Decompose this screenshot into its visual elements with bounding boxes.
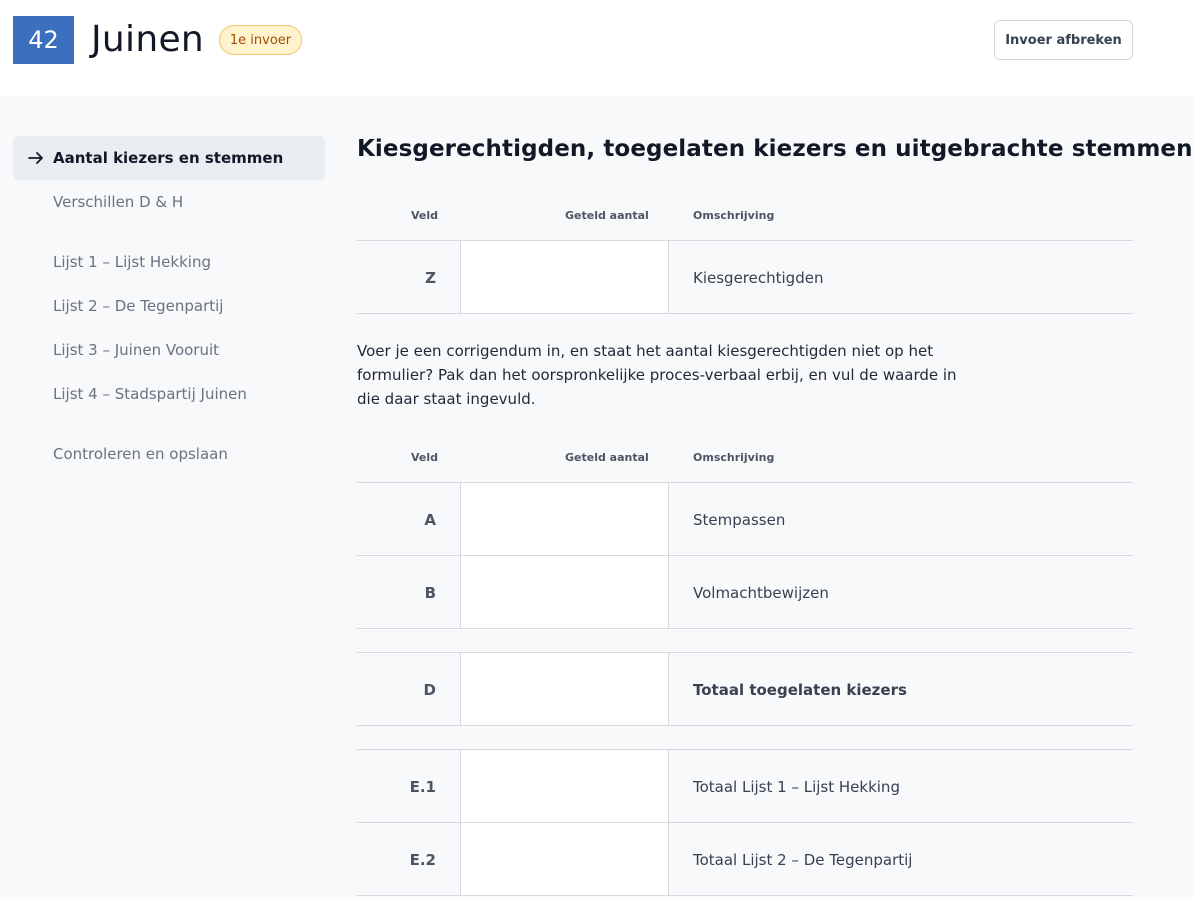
table-divider bbox=[357, 895, 1133, 896]
count-input-e1[interactable] bbox=[460, 750, 669, 823]
nav-item-label: Lijst 2 – De Tegenpartij bbox=[53, 297, 224, 315]
table-divider bbox=[357, 313, 1133, 314]
field-description: Totaal Lijst 1 – Lijst Hekking bbox=[693, 777, 900, 796]
arrow-right-icon bbox=[28, 152, 43, 164]
field-description: Totaal Lijst 2 – De Tegenpartij bbox=[693, 850, 913, 869]
count-input-z[interactable] bbox=[460, 241, 669, 314]
nav-item-label: Lijst 3 – Juinen Vooruit bbox=[53, 341, 220, 359]
column-header-field: Veld bbox=[411, 209, 439, 222]
nav-item-voters-and-votes[interactable]: Aantal kiezers en stemmen bbox=[13, 136, 325, 180]
page-title: Kiesgerechtigden, toegelaten kiezers en … bbox=[357, 136, 1193, 162]
field-description: Volmachtbewijzen bbox=[693, 583, 829, 602]
app-header: 42 Juinen 1e invoer Invoer afbreken bbox=[0, 0, 1194, 96]
polling-station-name: Juinen bbox=[91, 19, 205, 60]
count-input-d[interactable] bbox=[460, 653, 669, 726]
nav-item-label: Controleren en opslaan bbox=[53, 445, 228, 463]
table-row: Z Kiesgerechtigden bbox=[357, 241, 1133, 314]
field-code: E.2 bbox=[409, 850, 436, 869]
column-header-field: Veld bbox=[411, 451, 439, 464]
field-code: A bbox=[424, 510, 436, 529]
nav-item-list-4[interactable]: Lijst 4 – Stadspartij Juinen bbox=[13, 372, 325, 416]
field-description: Kiesgerechtigden bbox=[693, 268, 824, 287]
column-header-count: Geteld aantal bbox=[565, 209, 649, 222]
count-input-a[interactable] bbox=[460, 483, 669, 556]
table-row: D Totaal toegelaten kiezers bbox=[357, 653, 1133, 726]
field-description: Totaal toegelaten kiezers bbox=[693, 680, 907, 699]
count-input-e2[interactable] bbox=[460, 823, 669, 896]
nav-item-label: Aantal kiezers en stemmen bbox=[53, 149, 284, 167]
table-divider bbox=[357, 725, 1133, 726]
table-row: E.1 Totaal Lijst 1 – Lijst Hekking bbox=[357, 750, 1133, 823]
field-code: D bbox=[423, 680, 436, 699]
table-row: B Volmachtbewijzen bbox=[357, 556, 1133, 629]
table-divider bbox=[357, 628, 1133, 629]
entry-status-badge: 1e invoer bbox=[219, 25, 302, 55]
field-code: B bbox=[424, 583, 436, 602]
field-code: Z bbox=[425, 268, 436, 287]
field-code: E.1 bbox=[409, 777, 436, 796]
column-header-description: Omschrijving bbox=[693, 451, 775, 464]
column-header-count: Geteld aantal bbox=[565, 451, 649, 464]
nav-item-check-and-save[interactable]: Controleren en opslaan bbox=[13, 432, 325, 476]
column-header-description: Omschrijving bbox=[693, 209, 775, 222]
count-input-b[interactable] bbox=[460, 556, 669, 629]
table-row: E.2 Totaal Lijst 2 – De Tegenpartij bbox=[357, 823, 1133, 896]
abort-entry-button[interactable]: Invoer afbreken bbox=[994, 20, 1133, 60]
nav-item-label: Verschillen D & H bbox=[53, 193, 184, 211]
table-row: A Stempassen bbox=[357, 483, 1133, 556]
nav-item-list-3[interactable]: Lijst 3 – Juinen Vooruit bbox=[13, 328, 325, 372]
nav-item-list-1[interactable]: Lijst 1 – Lijst Hekking bbox=[13, 240, 325, 284]
nav-item-differences[interactable]: Verschillen D & H bbox=[13, 180, 325, 224]
nav-item-label: Lijst 1 – Lijst Hekking bbox=[53, 253, 211, 271]
polling-station-number: 42 bbox=[13, 16, 74, 64]
field-description: Stempassen bbox=[693, 510, 786, 529]
nav-item-list-2[interactable]: Lijst 2 – De Tegenpartij bbox=[13, 284, 325, 328]
corrigendum-info-text: Voer je een corrigendum in, en staat het… bbox=[357, 342, 957, 408]
nav-item-label: Lijst 4 – Stadspartij Juinen bbox=[53, 385, 247, 403]
